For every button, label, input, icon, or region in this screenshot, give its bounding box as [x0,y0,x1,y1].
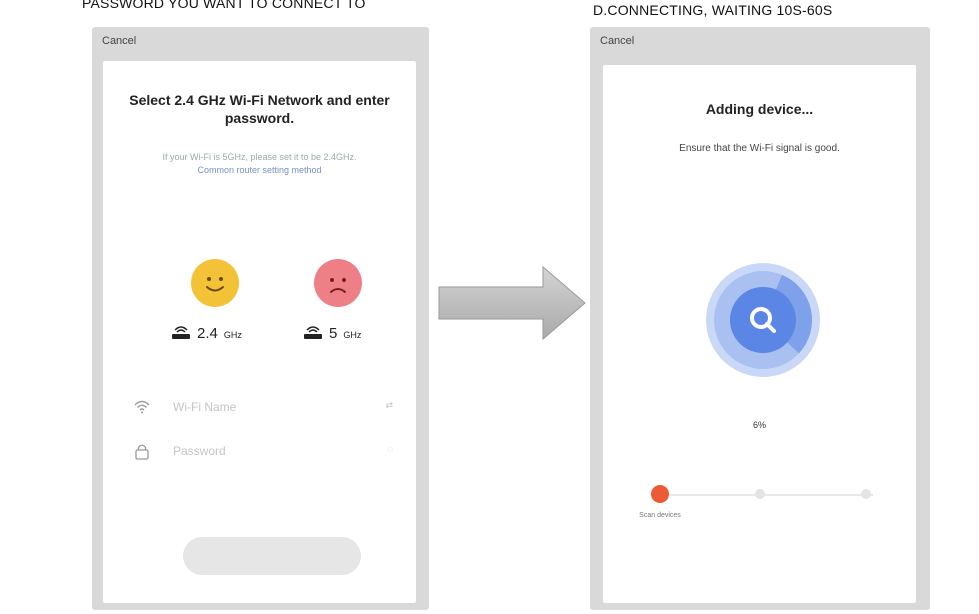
page-title: Adding device... [705,101,814,117]
caption-left: PASSWORD YOU WANT TO CONNECT TO [82,0,366,11]
caption-right: D.CONNECTING, WAITING 10S-60S [593,2,833,18]
right-arrow-icon [438,265,586,341]
sad-face-icon [314,259,362,307]
wifi-name-placeholder: Wi-Fi Name [173,400,237,414]
band-unit: GHz [343,330,362,340]
password-input[interactable]: Password ◌ [133,439,403,463]
signal-hint: Ensure that the Wi-Fi signal is good. [679,143,840,154]
step-label: Scan devices [639,512,681,519]
router-icon [172,326,190,339]
band-5ghz: 5 GHz [303,324,361,342]
step-track [659,494,873,496]
band-value: 5 [329,325,338,342]
show-password-icon[interactable]: ◌ [388,444,393,454]
band-2-4ghz: 2.4 GHz [171,324,242,342]
band-value: 2.4 [197,325,218,342]
hint-text: If your Wi-Fi is 5GHz, please set it to … [103,151,416,177]
wifi-card: Select 2.4 GHz Wi-Fi Network and enter p… [103,61,416,603]
next-button[interactable] [183,537,361,575]
adding-card: Adding device... Ensure that the Wi-Fi s… [603,65,916,603]
step-dot [755,489,765,499]
search-loader [706,263,820,377]
cancel-button[interactable]: Cancel [600,35,634,47]
hint-message: If your Wi-Fi is 5GHz, please set it to … [162,152,357,162]
lock-icon [135,444,149,460]
phone-screen-wifi-select: Cancel Select 2.4 GHz Wi-Fi Network and … [92,27,429,610]
step-dot [861,489,871,499]
wifi-icon [134,400,150,414]
step-indicator: Scan devices [639,485,883,555]
band-unit: GHz [223,330,242,340]
wifi-list-icon[interactable]: ⇄ [385,400,393,411]
cancel-button[interactable]: Cancel [102,35,136,47]
password-placeholder: Password [173,444,226,458]
step-dot-active [651,485,669,503]
phone-screen-adding-device: Cancel Adding device... Ensure that the … [590,27,930,610]
page-title: Select 2.4 GHz Wi-Fi Network and enter p… [129,92,390,126]
router-icon [304,326,322,339]
wifi-name-input[interactable]: Wi-Fi Name ⇄ [133,395,403,419]
progress-percent: 6% [752,420,766,430]
router-setting-link[interactable]: Common router setting method [197,165,321,175]
happy-face-icon [191,259,239,307]
